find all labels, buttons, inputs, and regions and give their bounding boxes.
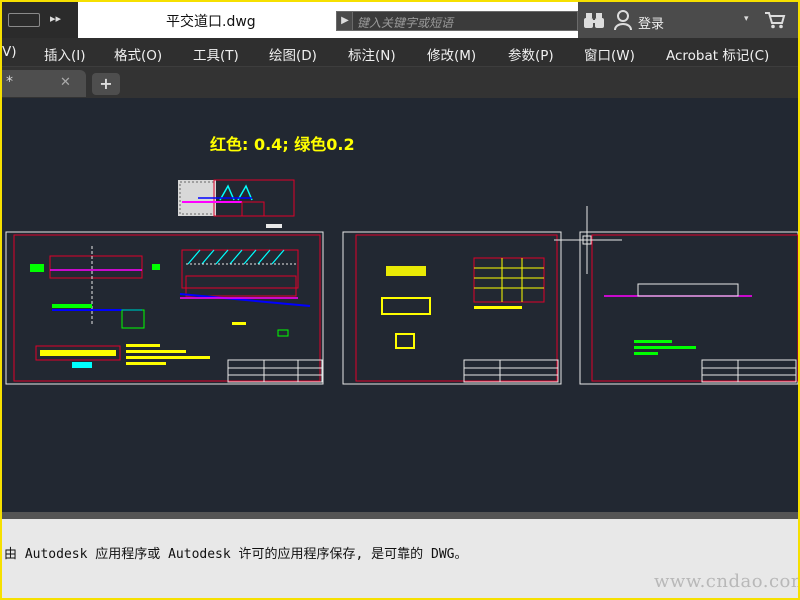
sheet-1-green-mark-b xyxy=(152,264,160,270)
status-area: 由 Autodesk 应用程序或 Autodesk 许可的应用程序保存, 是可靠… xyxy=(2,519,798,598)
new-tab-button[interactable]: + xyxy=(92,73,120,95)
sheet-1-green-bar xyxy=(52,304,92,308)
sheet-1-label xyxy=(232,322,246,325)
menu-modify[interactable]: 修改(M) xyxy=(427,44,476,64)
document-title: 平交道口.dwg xyxy=(166,14,256,30)
note-line xyxy=(474,306,522,309)
menu-bar: V) 插入(I) 格式(O) 工具(T) 绘图(D) 标注(N) 修改(M) 参… xyxy=(2,38,798,67)
sheet-3 xyxy=(579,231,798,385)
sheet-1-lower-box xyxy=(185,275,297,297)
sheet-2-title-block xyxy=(463,359,559,383)
sheet-1-plan-box xyxy=(49,255,143,279)
tab-document[interactable]: * ✕ xyxy=(2,70,86,97)
drawing-canvas[interactable]: 红色: 0.4; 绿色0.2 xyxy=(2,98,798,512)
quick-access-toolbar[interactable]: ▸▸ xyxy=(2,2,78,38)
sheet-1-section-fill xyxy=(40,350,116,356)
sheet-2-detail-a xyxy=(386,266,426,276)
sheet-1-green-box xyxy=(277,329,289,337)
sheet-3-green-note xyxy=(634,346,696,349)
tab-label: * xyxy=(6,74,13,90)
annotation-text: 红色: 0.4; 绿色0.2 xyxy=(210,135,355,154)
sheet-2-detail-c xyxy=(395,333,415,349)
sheet-2-border xyxy=(342,231,562,385)
menu-format[interactable]: 格式(O) xyxy=(114,44,162,64)
watermark: www.cndao.com xyxy=(654,571,798,592)
menu-tools[interactable]: 工具(T) xyxy=(193,44,239,64)
note-line xyxy=(126,344,160,347)
sheet-1 xyxy=(5,231,324,385)
detail-red-box xyxy=(241,201,265,217)
user-icon[interactable] xyxy=(614,10,632,30)
sheet-1-section-right xyxy=(181,249,299,289)
sheet-2-detail-b xyxy=(381,297,431,315)
sheet-3-green-note xyxy=(634,352,658,355)
menu-dimension[interactable]: 标注(N) xyxy=(348,44,396,64)
menu-acrobat[interactable]: Acrobat 标记(C) xyxy=(666,44,769,64)
sheet-3-green-note xyxy=(634,340,672,343)
note-line xyxy=(126,356,210,359)
menu-view[interactable]: V) xyxy=(2,44,17,60)
sheet-1-cyan-hatch xyxy=(187,249,285,265)
search-input[interactable] xyxy=(353,14,581,32)
sheet-2 xyxy=(342,231,562,385)
title-bar: ▸▸ 平交道口.dwg ▶ 登录 ▾ xyxy=(2,2,798,38)
autocad-window: ▸▸ 平交道口.dwg ▶ 登录 ▾ xyxy=(2,2,798,598)
menu-insert[interactable]: 插入(I) xyxy=(44,44,86,64)
login-link[interactable]: 登录 xyxy=(638,13,664,32)
close-icon[interactable]: ✕ xyxy=(60,75,71,90)
sheet-3-frame xyxy=(591,234,798,382)
menu-parametric[interactable]: 参数(P) xyxy=(508,44,554,64)
chevron-down-icon[interactable]: ▾ xyxy=(744,14,749,24)
sheet-1-green-detail xyxy=(121,309,145,329)
expand-arrows-icon[interactable]: ▸▸ xyxy=(50,12,61,25)
sheet-1-cyan-mark xyxy=(72,362,92,368)
search-field[interactable] xyxy=(352,11,581,32)
note-line xyxy=(126,362,166,365)
cart-icon[interactable] xyxy=(764,11,786,29)
crosshair-cursor-icon xyxy=(554,206,622,274)
drawing-svg[interactable]: 红色: 0.4; 绿色0.2 xyxy=(2,98,798,512)
workspace-dropdown[interactable] xyxy=(8,13,40,27)
sheet-1-green-mark-a xyxy=(30,264,44,272)
command-line-bar[interactable] xyxy=(2,512,798,519)
sheet-1-title-block xyxy=(227,359,323,383)
sheet-2-frame xyxy=(355,234,558,382)
sheet-3-title-block xyxy=(701,359,797,383)
status-message: 由 Autodesk 应用程序或 Autodesk 许可的应用程序保存, 是可靠… xyxy=(4,547,468,562)
note-line xyxy=(126,350,186,353)
detail-white-label xyxy=(266,224,282,228)
menu-window[interactable]: 窗口(W) xyxy=(584,44,635,64)
binoculars-icon[interactable] xyxy=(584,11,604,29)
file-tab-bar: * ✕ + xyxy=(2,67,798,98)
top-detail-drawing xyxy=(178,179,295,228)
sheet-2-table xyxy=(473,257,545,303)
menu-draw[interactable]: 绘图(D) xyxy=(269,44,317,64)
sheet-3-border xyxy=(579,231,798,385)
sheet-3-profile xyxy=(637,283,739,297)
account-tools: 登录 ▾ xyxy=(578,2,798,38)
